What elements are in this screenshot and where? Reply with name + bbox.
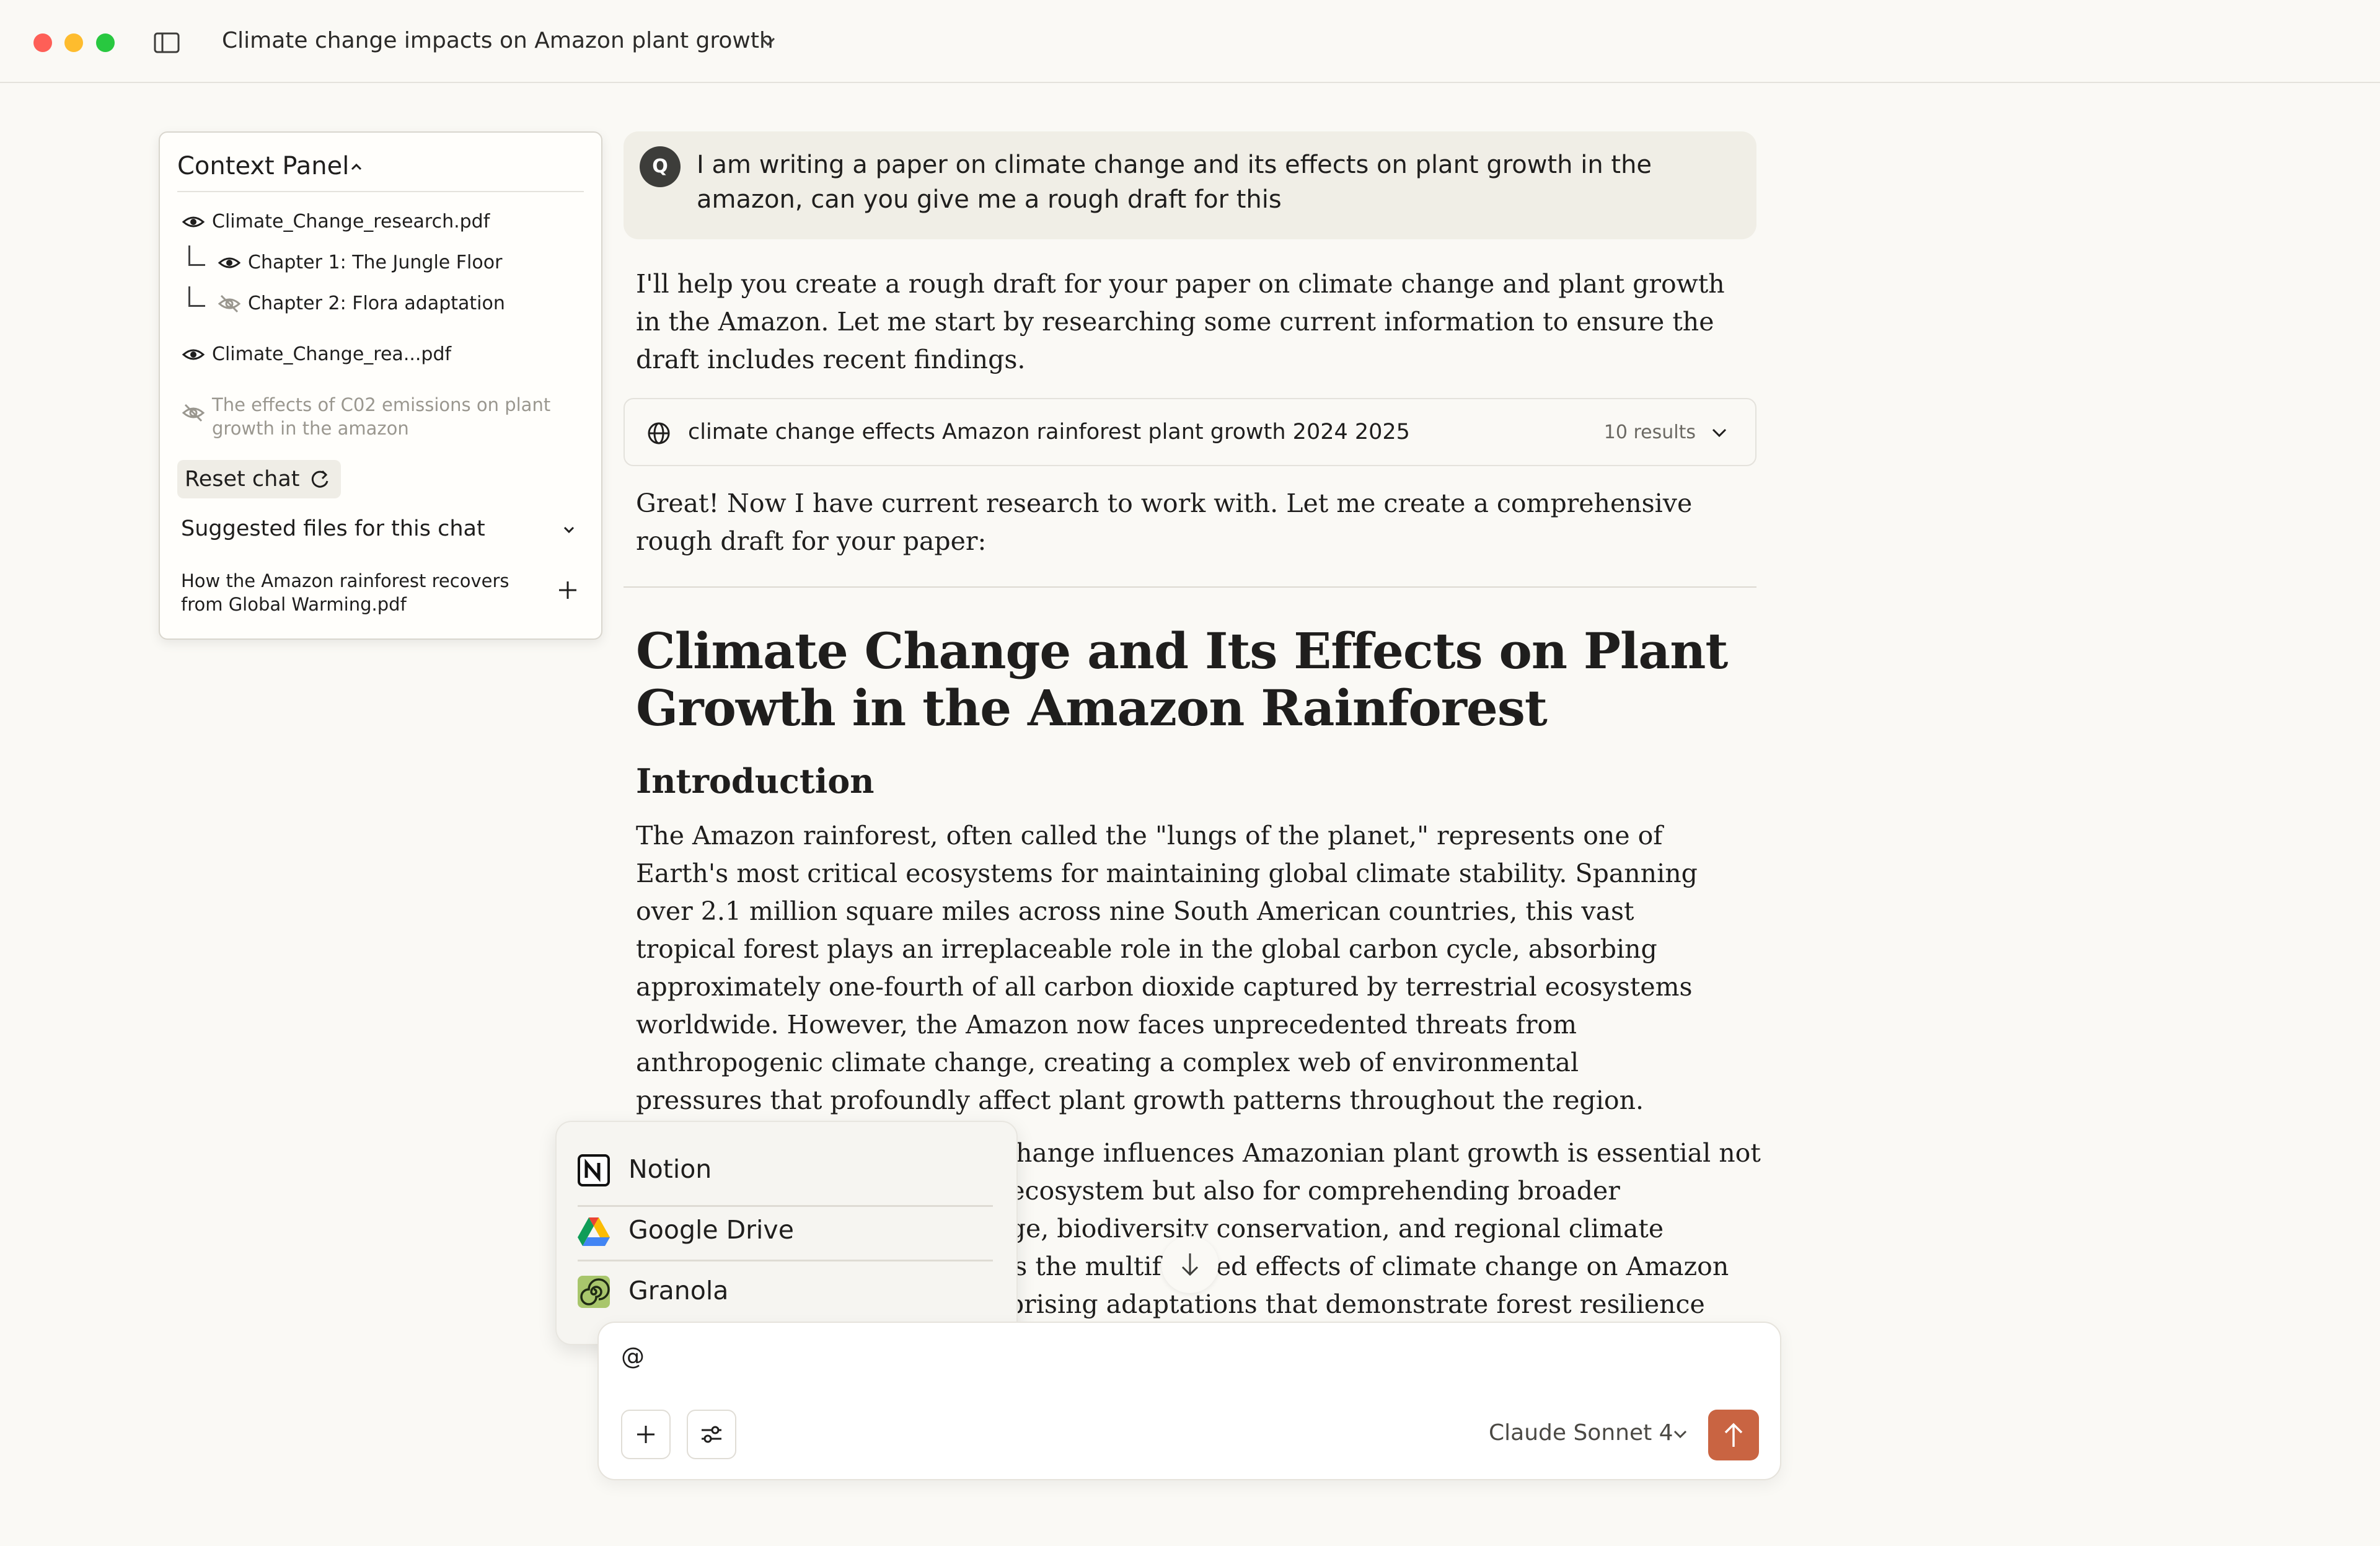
document-section-heading: Introduction (636, 761, 875, 801)
context-file-name: Climate_Change_research.pdf (212, 211, 490, 232)
chevron-down-icon[interactable] (1671, 1425, 1690, 1443)
maximize-window-button[interactable] (96, 33, 115, 52)
chevron-down-icon[interactable] (757, 31, 778, 52)
chat-title[interactable]: Climate change impacts on Amazon plant g… (222, 25, 774, 57)
context-file-name: Chapter 2: Flora adaptation (248, 293, 505, 314)
mention-item-label: Google Drive (628, 1215, 794, 1245)
minimize-window-button[interactable] (64, 33, 83, 52)
context-file-name-disabled[interactable]: The effects of C02 emissions on plant gr… (212, 393, 584, 440)
title-bar: Climate change impacts on Amazon plant g… (0, 0, 2380, 83)
mention-item-granola[interactable]: Granola (576, 1261, 992, 1317)
mention-item-notion[interactable]: Notion (576, 1139, 992, 1195)
document-title: Climate Change and Its Effects on Plant … (636, 622, 1728, 737)
arrow-down-icon (1181, 1253, 1199, 1276)
tools-button[interactable] (687, 1410, 736, 1459)
assistant-intro: I'll help you create a rough draft for y… (636, 269, 1725, 374)
divider (177, 191, 584, 192)
mention-dropdown: Notion Google Drive Granola (555, 1121, 1018, 1345)
chevron-up-icon[interactable] (348, 159, 364, 175)
context-panel: Context Panel Climate_Change_research.pd… (159, 131, 602, 640)
assistant-followup: Great! Now I have current research to wo… (636, 488, 1693, 556)
mention-item-google-drive[interactable]: Google Drive (576, 1200, 992, 1256)
user-message-text: I am writing a paper on climate change a… (697, 151, 1652, 214)
eye-icon[interactable] (182, 345, 205, 364)
context-panel-title[interactable]: Context Panel (177, 149, 349, 183)
mention-item-label: Notion (628, 1154, 712, 1184)
tree-connector (188, 286, 205, 307)
divider (624, 586, 1756, 588)
context-file-name: Chapter 1: The Jungle Floor (248, 252, 503, 273)
granola-icon (578, 1276, 610, 1308)
tree-connector (188, 245, 205, 266)
avatar: Q (640, 146, 681, 187)
sliders-icon (702, 1426, 721, 1443)
add-file-icon[interactable] (557, 579, 579, 601)
suggested-files-header[interactable]: Suggested files for this chat (181, 513, 485, 544)
chevron-down-icon[interactable] (1709, 423, 1729, 443)
notion-icon (578, 1154, 610, 1186)
search-query: climate change effects Amazon rainforest… (688, 420, 1410, 444)
eye-icon[interactable] (218, 253, 240, 273)
mention-item-label: Granola (628, 1276, 729, 1305)
send-button[interactable] (1708, 1410, 1759, 1460)
close-window-button[interactable] (33, 33, 52, 52)
arrow-up-icon (1724, 1423, 1743, 1447)
search-results-count: 10 results (1603, 422, 1696, 443)
suggested-file-name: How the Amazon rainforest recovers from … (181, 570, 509, 615)
eye-off-icon[interactable] (182, 403, 205, 423)
chevron-down-icon[interactable] (560, 521, 578, 538)
google-drive-icon (578, 1217, 610, 1246)
message-composer: Claude Sonnet 4 (597, 1322, 1781, 1480)
scroll-to-bottom-button[interactable] (1161, 1236, 1219, 1293)
eye-icon[interactable] (182, 212, 205, 232)
reset-chat-label: Reset chat (185, 467, 300, 492)
sidebar-toggle-icon[interactable] (154, 32, 180, 53)
reset-chat-button[interactable]: Reset chat (177, 460, 341, 498)
context-file-name: Climate_Change_rea...pdf (212, 343, 452, 365)
plus-icon (637, 1426, 654, 1443)
message-input[interactable] (621, 1340, 1613, 1372)
eye-off-icon[interactable] (218, 294, 240, 314)
user-message: Q I am writing a paper on climate change… (624, 131, 1756, 239)
model-selector[interactable]: Claude Sonnet 4 (1489, 1417, 1673, 1449)
refresh-icon (311, 470, 328, 488)
globe-icon (648, 422, 670, 444)
web-search-result[interactable]: climate change effects Amazon rainforest… (624, 398, 1756, 466)
document-paragraph: The Amazon rainforest, often called the … (636, 821, 1698, 1115)
add-attachment-button[interactable] (621, 1410, 671, 1459)
